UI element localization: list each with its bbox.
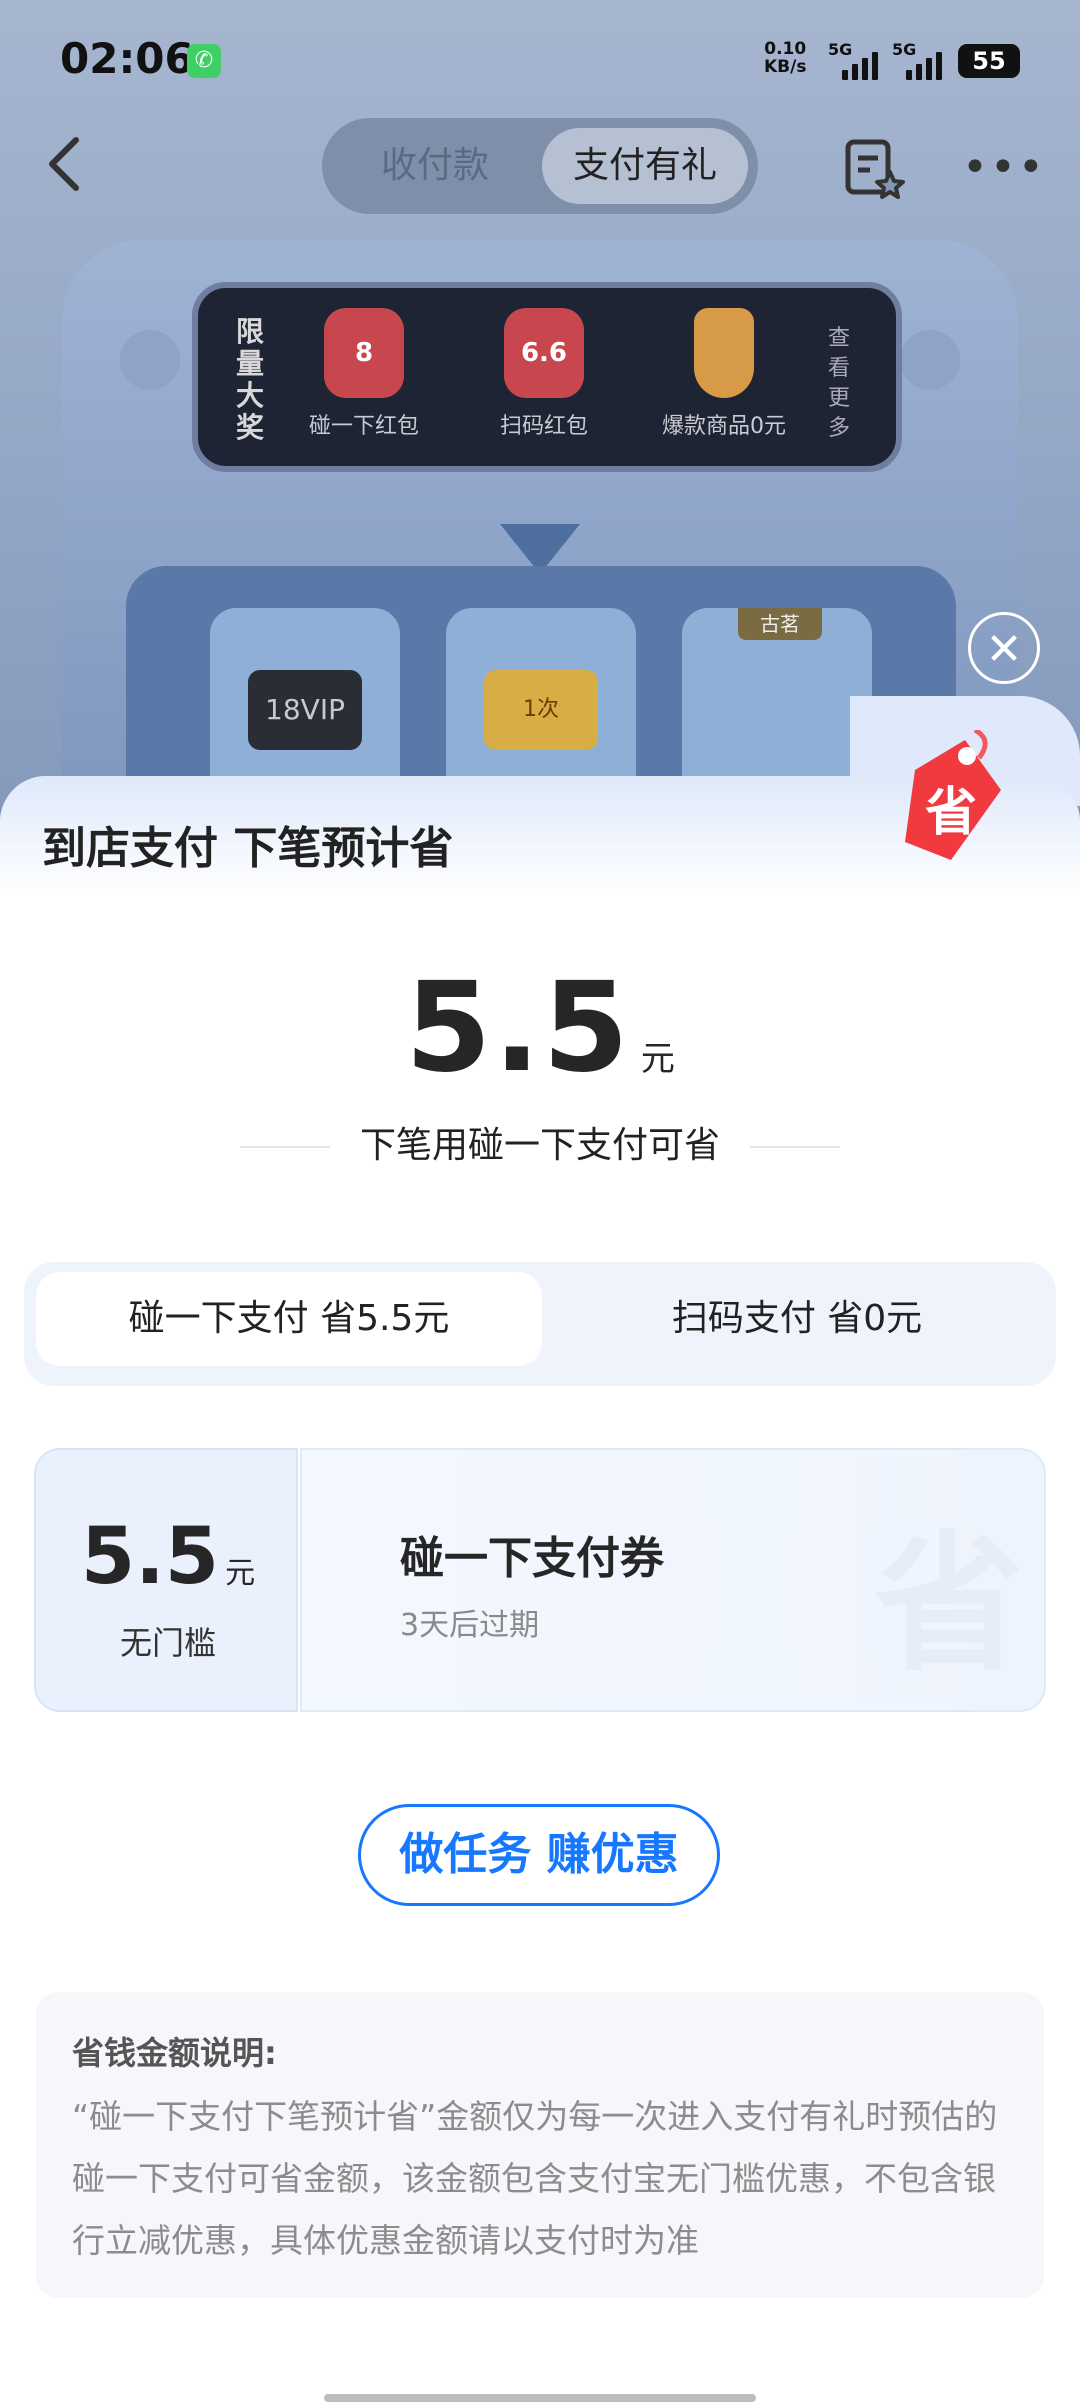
food-card: 1次 <box>484 670 598 750</box>
savings-subtitle: 下笔用碰一下支付可省 <box>359 1125 720 1166</box>
tab-scan-pay[interactable]: 扫码支付 省0元 <box>544 1272 1050 1366</box>
machine-decoration <box>120 330 180 390</box>
close-icon: ✕ <box>985 624 1023 675</box>
home-indicator[interactable] <box>324 2394 756 2402</box>
signal-sim2-icon: 5G <box>892 40 952 80</box>
prize-item[interactable]: 8 碰一下红包 <box>294 308 434 440</box>
sim2-type: 5G <box>892 40 917 59</box>
coupon-expiry: 3天后过期 <box>400 1608 540 1643</box>
net-speed-unit: KB/s <box>764 57 807 77</box>
prize-banner-title: 限量大奖 <box>236 315 265 444</box>
save-tag-icon: 省 <box>905 730 1001 860</box>
savings-unit: 元 <box>640 1039 675 1079</box>
chevron-left-icon <box>49 137 79 191</box>
payment-method-tabs: 碰一下支付 省5.5元 扫码支付 省0元 <box>24 1262 1056 1386</box>
top-nav: 收付款 支付有礼 ••• <box>0 118 1080 238</box>
red-packet-icon: 8 <box>324 308 404 398</box>
battery-icon: 55 <box>958 44 1020 78</box>
coupon-value-panel: 5.5 元 无门槛 <box>34 1448 298 1712</box>
prize-item[interactable]: 6.6 扫码红包 <box>474 308 614 440</box>
coupon-unit: 元 <box>225 1556 256 1591</box>
phone-call-icon: ✆ <box>187 44 221 78</box>
brand-tag: 古茗 <box>738 608 822 640</box>
see-more-link[interactable]: 查看更多 <box>828 324 858 444</box>
coupon-title: 碰一下支付券 <box>400 1533 664 1584</box>
bill-star-icon[interactable] <box>842 136 906 200</box>
net-speed-value: 0.10 <box>764 39 807 59</box>
sim1-type: 5G <box>828 40 853 59</box>
back-button[interactable] <box>44 128 104 218</box>
machine-decoration <box>900 330 960 390</box>
prize-label: 扫码红包 <box>499 414 588 439</box>
mode-switch: 收付款 支付有礼 <box>322 118 758 214</box>
do-tasks-button[interactable]: 做任务 赚优惠 <box>358 1804 720 1906</box>
sheet-title: 到店支付 下笔预计省 <box>42 823 454 874</box>
prize-banner[interactable]: 限量大奖 8 碰一下红包 6.6 扫码红包 爆款商品0元 查看更多 <box>192 282 902 472</box>
coupon-info-panel: 碰一下支付券 3天后过期 省 <box>300 1448 1046 1712</box>
savings-sheet: 到店支付 下笔预计省 省 5.5 元 下笔用碰一下支付可省 碰一下支付 省5.5元… <box>0 696 1080 2408</box>
status-time: 02:06 <box>60 34 194 83</box>
tab-receive-pay[interactable]: 收付款 <box>332 128 538 204</box>
close-sheet-button[interactable]: ✕ <box>968 612 1040 684</box>
save-watermark-icon: 省 <box>873 1518 1024 1692</box>
explanation-title: 省钱金额说明: <box>72 2034 277 2072</box>
divider <box>239 1146 330 1148</box>
tab-tap-pay[interactable]: 碰一下支付 省5.5元 <box>36 1272 542 1366</box>
red-packet-icon: 6.6 <box>504 308 584 398</box>
prize-label: 爆款商品0元 <box>662 414 786 439</box>
coupon-card[interactable]: 5.5 元 无门槛 碰一下支付券 3天后过期 省 <box>34 1448 1046 1712</box>
status-bar: 02:06 ✆ 0.10 KB/s 5G 5G 55 <box>0 0 1080 120</box>
tab-pay-gift[interactable]: 支付有礼 <box>542 128 748 204</box>
more-options-icon[interactable]: ••• <box>962 146 1044 190</box>
drink-cup-icon <box>694 308 754 398</box>
savings-amount: 5.5 <box>405 956 631 1100</box>
savings-explanation: 省钱金额说明: “碰一下支付下笔预计省”金额仅为每一次进入支付有礼时预估的碰一下… <box>36 1992 1044 2298</box>
estimated-savings: 5.5 元 <box>0 956 1080 1100</box>
vip-card: 18VIP <box>248 670 362 750</box>
signal-sim1-icon: 5G <box>828 40 888 80</box>
prize-item[interactable]: 爆款商品0元 <box>654 308 794 440</box>
coupon-amount-row: 5.5 元 <box>36 1512 300 1602</box>
prize-label: 碰一下红包 <box>308 414 419 439</box>
divider <box>750 1146 840 1148</box>
network-speed: 0.10 KB/s <box>764 40 806 76</box>
coupon-condition: 无门槛 <box>119 1624 216 1662</box>
svg-text:省: 省 <box>925 783 977 843</box>
coupon-amount: 5.5 <box>80 1512 220 1602</box>
explanation-body: “碰一下支付下笔预计省”金额仅为每一次进入支付有礼时预估的碰一下支付可省金额，该… <box>72 2097 998 2260</box>
savings-subtitle-row: 下笔用碰一下支付可省 <box>0 1116 1080 1168</box>
